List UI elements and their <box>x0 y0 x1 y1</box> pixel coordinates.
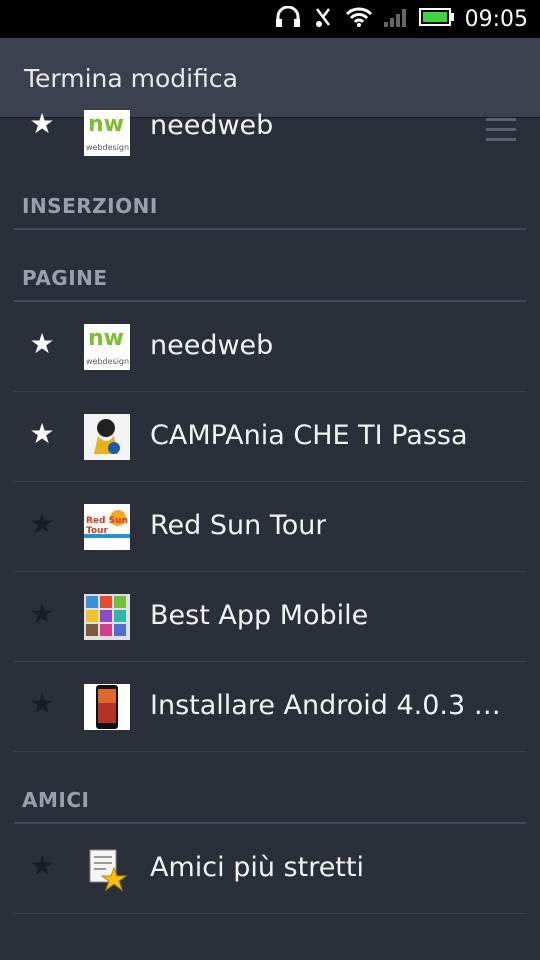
wifi-icon <box>345 6 373 32</box>
campania-logo-icon <box>84 414 130 460</box>
list-item-label: needweb <box>150 330 274 361</box>
star-icon[interactable]: ★ <box>28 110 56 138</box>
needweb-logo-icon: nw webdesign <box>84 324 130 370</box>
list-item[interactable]: ★ Amici più stretti <box>14 824 526 914</box>
needweb-logo-icon: nw webdesign <box>84 110 130 156</box>
list-item[interactable]: ★ CAMPAnia CHE TI Passa <box>14 392 526 482</box>
star-icon[interactable]: ★ <box>28 330 56 358</box>
drag-handle-icon[interactable] <box>486 118 516 150</box>
friends-list-icon <box>84 846 130 892</box>
star-icon[interactable]: ★ <box>28 852 56 880</box>
section-header-amici: AMICI <box>14 752 526 824</box>
status-time: 09:05 <box>464 6 528 32</box>
section-header-pagine: PAGINE <box>14 230 526 302</box>
redsun-logo-icon: Red Sun Tour <box>84 504 130 550</box>
list-item-label: Red Sun Tour <box>150 510 327 541</box>
done-editing-button[interactable]: Termina modifica <box>24 64 238 93</box>
status-bar: 09:05 <box>0 0 540 38</box>
header-bar[interactable]: Termina modifica <box>0 38 540 118</box>
list-item[interactable]: ★ nw webdesign needweb <box>14 302 526 392</box>
list-item[interactable]: ★ Red Sun Tour Red Sun Tour <box>14 482 526 572</box>
mute-icon <box>311 5 335 33</box>
star-icon[interactable]: ★ <box>28 690 56 718</box>
android-phone-logo-icon <box>84 684 130 730</box>
list-item[interactable]: ★ Best App Mobile <box>14 572 526 662</box>
list-item-label: Installare Android 4.0.3 s… <box>150 690 510 721</box>
headphones-icon <box>275 5 301 32</box>
list-item-label: Best App Mobile <box>150 600 369 631</box>
star-icon[interactable]: ★ <box>28 600 56 628</box>
battery-icon <box>418 7 455 31</box>
star-icon[interactable]: ★ <box>28 420 56 448</box>
section-header-inserzioni: INSERZIONI <box>14 158 526 230</box>
favorites-list: ★ nw webdesign needweb INSERZIONI PAGINE… <box>0 110 540 914</box>
star-icon[interactable]: ★ <box>28 510 56 538</box>
list-item[interactable]: ★ Installare Android 4.0.3 s… <box>14 662 526 752</box>
list-item-label: needweb <box>150 110 274 141</box>
list-item-label: Amici più stretti <box>150 852 364 883</box>
list-item[interactable]: ★ nw webdesign needweb <box>14 110 526 158</box>
list-item-label: CAMPAnia CHE TI Passa <box>150 420 468 451</box>
bestapp-logo-icon <box>84 594 130 640</box>
signal-icon <box>383 6 409 32</box>
